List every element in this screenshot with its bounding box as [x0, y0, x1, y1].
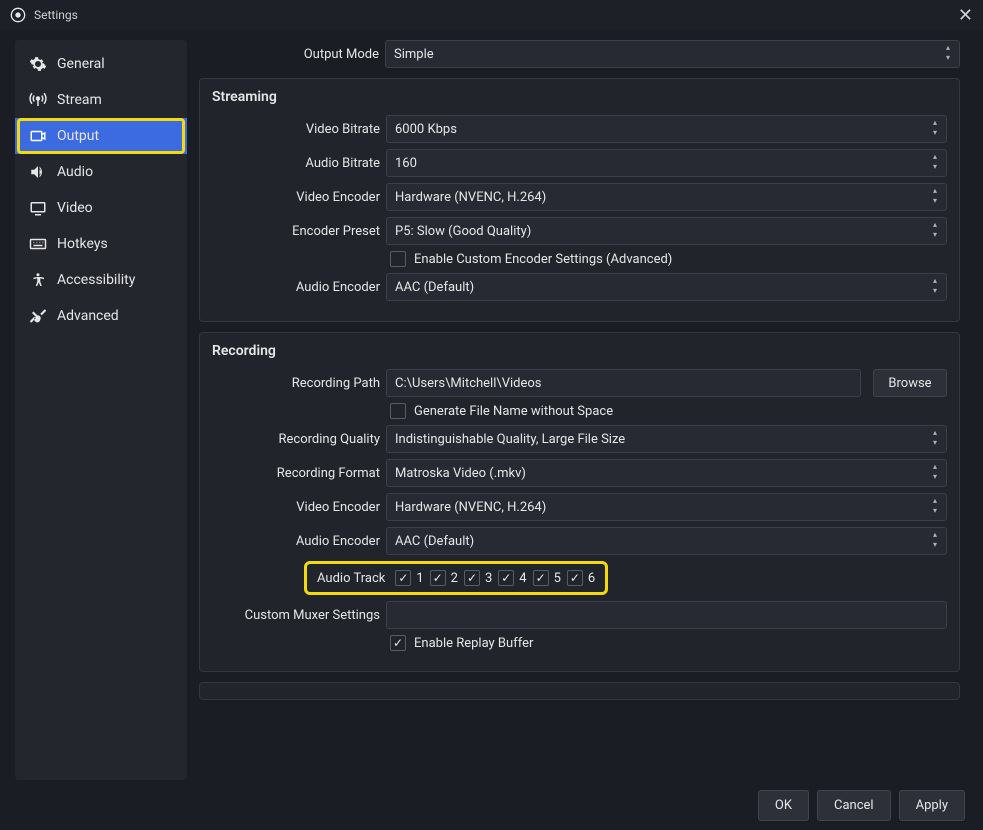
audio-bitrate-select[interactable]: 160▴▾: [386, 149, 947, 177]
filename-nospace-label: Generate File Name without Space: [414, 404, 613, 419]
encoder-preset-label: Encoder Preset: [212, 224, 380, 239]
dialog-footer: OK Cancel Apply: [0, 780, 983, 830]
recording-quality-select[interactable]: Indistinguishable Quality, Large File Si…: [386, 425, 947, 453]
sidebar-item-advanced[interactable]: Advanced: [15, 298, 187, 334]
replay-buffer-label: Enable Replay Buffer: [414, 636, 533, 651]
track-6-checkbox[interactable]: [567, 570, 583, 586]
replay-buffer-checkbox[interactable]: [390, 635, 406, 651]
sidebar-label: Audio: [57, 164, 93, 180]
output-mode-label: Output Mode: [199, 47, 379, 62]
accessibility-icon: [29, 271, 47, 289]
sidebar-item-stream[interactable]: Stream: [15, 82, 187, 118]
recording-path-input[interactable]: C:\Users\Mitchell\Videos: [386, 369, 861, 397]
chevron-updown-icon: ▴▾: [928, 530, 942, 550]
sidebar-label: Advanced: [57, 308, 119, 324]
chevron-updown-icon: ▴▾: [928, 496, 942, 516]
gear-icon: [29, 55, 47, 73]
muxer-input[interactable]: [386, 601, 947, 629]
chevron-updown-icon: ▴▾: [928, 462, 942, 482]
tools-icon: [29, 307, 47, 325]
sidebar-item-video[interactable]: Video: [15, 190, 187, 226]
audio-bitrate-label: Audio Bitrate: [212, 156, 380, 171]
recording-quality-label: Recording Quality: [212, 432, 380, 447]
close-button[interactable]: ✕: [958, 5, 973, 26]
sidebar-item-output[interactable]: Output: [15, 118, 187, 154]
output-mode-select[interactable]: Simple ▴▾: [385, 40, 960, 68]
app-logo-icon: [10, 7, 26, 23]
track-3-checkbox[interactable]: [464, 570, 480, 586]
audio-track-highlight: Audio Track 1 2 3 4 5 6: [304, 561, 608, 595]
sidebar-label: General: [57, 56, 105, 72]
recording-path-label: Recording Path: [212, 376, 380, 391]
spinner-icon[interactable]: ▴▾: [928, 118, 942, 138]
custom-encoder-label: Enable Custom Encoder Settings (Advanced…: [414, 252, 672, 267]
speaker-icon: [29, 163, 47, 181]
ok-button[interactable]: OK: [758, 790, 809, 821]
cancel-button[interactable]: Cancel: [817, 790, 891, 821]
rec-audio-encoder-label: Audio Encoder: [212, 534, 380, 549]
recording-format-label: Recording Format: [212, 466, 380, 481]
video-encoder-select[interactable]: Hardware (NVENC, H.264)▴▾: [386, 183, 947, 211]
sidebar-item-general[interactable]: General: [15, 46, 187, 82]
audio-encoder-label: Audio Encoder: [212, 280, 380, 295]
sidebar-item-accessibility[interactable]: Accessibility: [15, 262, 187, 298]
sidebar-item-hotkeys[interactable]: Hotkeys: [15, 226, 187, 262]
rec-video-encoder-select[interactable]: Hardware (NVENC, H.264)▴▾: [386, 493, 947, 521]
monitor-icon: [29, 199, 47, 217]
window-title: Settings: [34, 8, 78, 22]
antenna-icon: [29, 91, 47, 109]
sidebar-label: Output: [57, 128, 99, 144]
rec-video-encoder-label: Video Encoder: [212, 500, 380, 515]
video-encoder-label: Video Encoder: [212, 190, 380, 205]
recording-title: Recording: [212, 343, 947, 359]
apply-button[interactable]: Apply: [899, 790, 965, 821]
sidebar-label: Video: [57, 200, 93, 216]
keyboard-icon: [29, 235, 47, 253]
audio-track-label: Audio Track: [317, 571, 385, 586]
muxer-label: Custom Muxer Settings: [212, 608, 380, 623]
chevron-updown-icon: ▴▾: [928, 428, 942, 448]
track-4-checkbox[interactable]: [498, 570, 514, 586]
video-bitrate-label: Video Bitrate: [212, 122, 380, 137]
title-bar: Settings ✕: [0, 0, 983, 30]
chevron-updown-icon: ▴▾: [928, 152, 942, 172]
audio-encoder-select[interactable]: AAC (Default)▴▾: [386, 273, 947, 301]
chevron-updown-icon: ▴▾: [941, 43, 955, 63]
chevron-updown-icon: ▴▾: [928, 276, 942, 296]
settings-sidebar: General Stream Output Audio Video Hotkey…: [15, 40, 187, 780]
chevron-updown-icon: ▴▾: [928, 186, 942, 206]
streaming-title: Streaming: [212, 89, 947, 105]
streaming-panel: Streaming Video Bitrate 6000 Kbps▴▾ Audi…: [199, 78, 960, 322]
sidebar-label: Accessibility: [57, 272, 135, 288]
recording-panel: Recording Recording Path C:\Users\Mitche…: [199, 332, 960, 672]
sidebar-item-audio[interactable]: Audio: [15, 154, 187, 190]
filename-nospace-checkbox[interactable]: [390, 403, 406, 419]
chevron-updown-icon: ▴▾: [928, 220, 942, 240]
custom-encoder-checkbox[interactable]: [390, 251, 406, 267]
video-bitrate-input[interactable]: 6000 Kbps▴▾: [386, 115, 947, 143]
browse-button[interactable]: Browse: [873, 369, 947, 397]
main-panel: Output Mode Simple ▴▾ Streaming Video Bi…: [199, 40, 968, 780]
output-icon: [29, 127, 47, 145]
sidebar-label: Stream: [57, 92, 102, 108]
track-1-checkbox[interactable]: [395, 570, 411, 586]
sidebar-label: Hotkeys: [57, 236, 108, 252]
track-5-checkbox[interactable]: [533, 570, 549, 586]
encoder-preset-select[interactable]: P5: Slow (Good Quality)▴▾: [386, 217, 947, 245]
track-2-checkbox[interactable]: [430, 570, 446, 586]
replay-buffer-panel: [199, 682, 960, 700]
recording-format-select[interactable]: Matroska Video (.mkv)▴▾: [386, 459, 947, 487]
rec-audio-encoder-select[interactable]: AAC (Default)▴▾: [386, 527, 947, 555]
